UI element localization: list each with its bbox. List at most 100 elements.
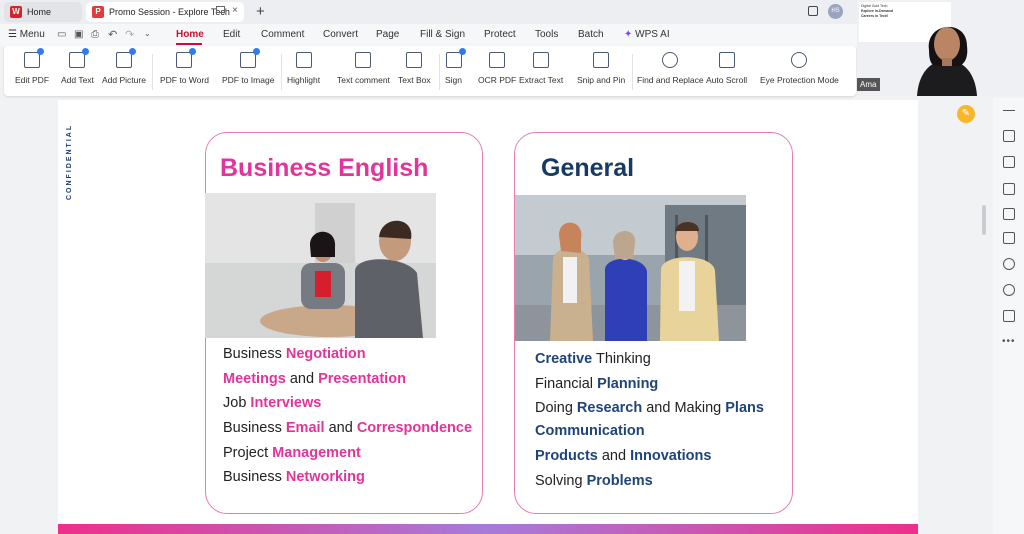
auto-scroll-icon	[718, 52, 735, 68]
share-sidebar-icon[interactable]	[1003, 310, 1015, 322]
edit-pdf-label: Edit PDF	[15, 75, 50, 85]
extract-text-label: Extract Text	[519, 75, 564, 85]
print-icon[interactable]: ⎙	[91, 29, 99, 40]
left-line-6: Business Networking	[223, 469, 365, 485]
toolbar-divider	[152, 54, 153, 90]
add-text-icon	[69, 48, 90, 68]
left-line-4: Business Email and Correspondence	[223, 420, 473, 436]
text-box-icon	[406, 52, 423, 68]
menu-convert[interactable]: Convert	[323, 29, 358, 40]
edit-pdf-icon	[24, 48, 44, 68]
general-title: General	[541, 154, 635, 182]
edit-pdf-button[interactable]: Edit PDF	[15, 48, 50, 85]
text-comment-icon	[355, 52, 372, 68]
vertical-scrollbar[interactable]	[982, 205, 986, 235]
open-folder-icon[interactable]: ▭	[57, 29, 66, 40]
menu-home[interactable]: Home	[176, 29, 204, 40]
toolbar-divider	[281, 54, 282, 90]
add-text-label: Add Text	[61, 75, 94, 85]
text-comment-button[interactable]: Text comment	[337, 52, 390, 85]
help-icon[interactable]	[1003, 284, 1015, 296]
undo-icon[interactable]: ↶	[108, 28, 117, 41]
find-and-replace-button[interactable]: Find and Replace	[637, 52, 704, 85]
highlight-label: Highlight	[287, 75, 321, 85]
webcam-video: Digital Gold Tech Explore In-Demand Care…	[857, 0, 1024, 96]
page-footer-gradient-bar	[58, 524, 918, 534]
highlight-button[interactable]: Highlight	[287, 52, 320, 85]
text-comment-label: Text comment	[337, 75, 390, 85]
search-sidebar-icon[interactable]	[1003, 258, 1015, 270]
settings-sidebar-icon[interactable]	[1003, 208, 1015, 220]
grid-sidebar-icon[interactable]	[1003, 232, 1015, 244]
avatar[interactable]: HS	[828, 4, 843, 19]
snip-icon	[593, 52, 610, 68]
toolbar-divider	[632, 54, 633, 90]
new-tab-icon[interactable]: +	[256, 3, 265, 20]
menu-fill-sign[interactable]: Fill & Sign	[420, 29, 465, 40]
add-picture-label: Add Picture	[102, 75, 146, 85]
wps-logo-icon: W	[10, 6, 22, 18]
sign-sidebar-icon[interactable]	[1003, 183, 1015, 195]
ocr-pdf-button[interactable]: OCR PDF	[478, 52, 516, 85]
sign-button[interactable]: Sign	[445, 48, 466, 85]
search-icon	[662, 52, 679, 68]
participant-name: Ama	[857, 78, 881, 91]
business-meeting-photo	[205, 193, 436, 338]
redo-icon[interactable]: ↷	[125, 28, 134, 41]
eye-protection-label: Eye Protection Mode	[760, 75, 839, 85]
pdf-to-word-button[interactable]: PDF to Word	[160, 48, 209, 85]
menu-wps-ai-label: WPS AI	[635, 29, 670, 40]
save-icon[interactable]: ▣	[74, 29, 83, 40]
edit-sidebar-icon[interactable]	[1003, 130, 1015, 142]
chevron-down-icon[interactable]: ⌄	[144, 29, 151, 38]
pdf-to-image-button[interactable]: PDF to Image	[222, 48, 275, 85]
pdf-to-word-icon	[176, 48, 197, 68]
menu-page[interactable]: Page	[376, 29, 399, 40]
eye-protection-button[interactable]: Eye Protection Mode	[760, 52, 839, 85]
hamburger-menu-button[interactable]: ☰ Menu	[8, 29, 45, 40]
business-english-title: Business English	[220, 154, 429, 182]
add-picture-button[interactable]: Add Picture	[102, 48, 146, 85]
add-picture-icon	[115, 48, 136, 68]
close-tab-icon[interactable]: ×	[232, 5, 238, 16]
snip-and-pin-label: Snip and Pin	[577, 75, 626, 85]
sign-icon	[445, 48, 466, 68]
window-restore-icon[interactable]	[808, 6, 818, 16]
ocr-pdf-label: OCR PDF	[478, 75, 517, 85]
add-text-button[interactable]: Add Text	[61, 48, 94, 85]
menu-wps-ai[interactable]: ✦ WPS AI	[624, 29, 670, 40]
text-box-button[interactable]: Text Box	[398, 52, 431, 85]
presenter-image	[917, 26, 977, 96]
document-sidebar-icon[interactable]	[1003, 156, 1015, 168]
pdf-to-word-label: PDF to Word	[160, 75, 209, 85]
edit-pen-icon[interactable]: ✎	[957, 105, 975, 123]
right-line-1: Creative Thinking	[535, 351, 651, 367]
auto-scroll-button[interactable]: Auto Scroll	[706, 52, 747, 85]
highlighter-icon	[295, 52, 312, 68]
menu-comment[interactable]: Comment	[261, 29, 304, 40]
tab-home[interactable]: W Home	[4, 2, 82, 22]
ocr-icon	[489, 52, 506, 68]
screen-icon[interactable]	[216, 6, 225, 13]
menu-edit[interactable]: Edit	[223, 29, 240, 40]
find-and-replace-label: Find and Replace	[637, 75, 704, 85]
sparkle-icon: ✦	[624, 29, 633, 40]
right-line-6: Solving Problems	[535, 473, 653, 489]
extract-text-button[interactable]: Extract Text	[519, 52, 563, 85]
tab-document[interactable]: P Promo Session - Explore Tech ×	[86, 2, 244, 22]
minimize-rail-icon[interactable]	[1003, 110, 1015, 111]
pdf-to-image-icon	[240, 48, 261, 68]
menu-protect[interactable]: Protect	[484, 29, 516, 40]
more-options-icon[interactable]: •••	[1002, 336, 1016, 347]
menu-batch[interactable]: Batch	[578, 29, 604, 40]
sign-label: Sign	[445, 75, 463, 85]
pdf-to-image-label: PDF to Image	[222, 75, 275, 85]
right-line-3: Doing Research and Making Plans	[535, 400, 764, 416]
menu-tools[interactable]: Tools	[535, 29, 558, 40]
students-walking-photo	[515, 195, 746, 341]
extract-text-icon	[533, 52, 550, 68]
right-line-2: Financial Planning	[535, 376, 659, 392]
snip-and-pin-button[interactable]: Snip and Pin	[577, 52, 625, 85]
toolbar-divider	[439, 54, 440, 90]
right-side-rail: •••	[993, 98, 1024, 534]
